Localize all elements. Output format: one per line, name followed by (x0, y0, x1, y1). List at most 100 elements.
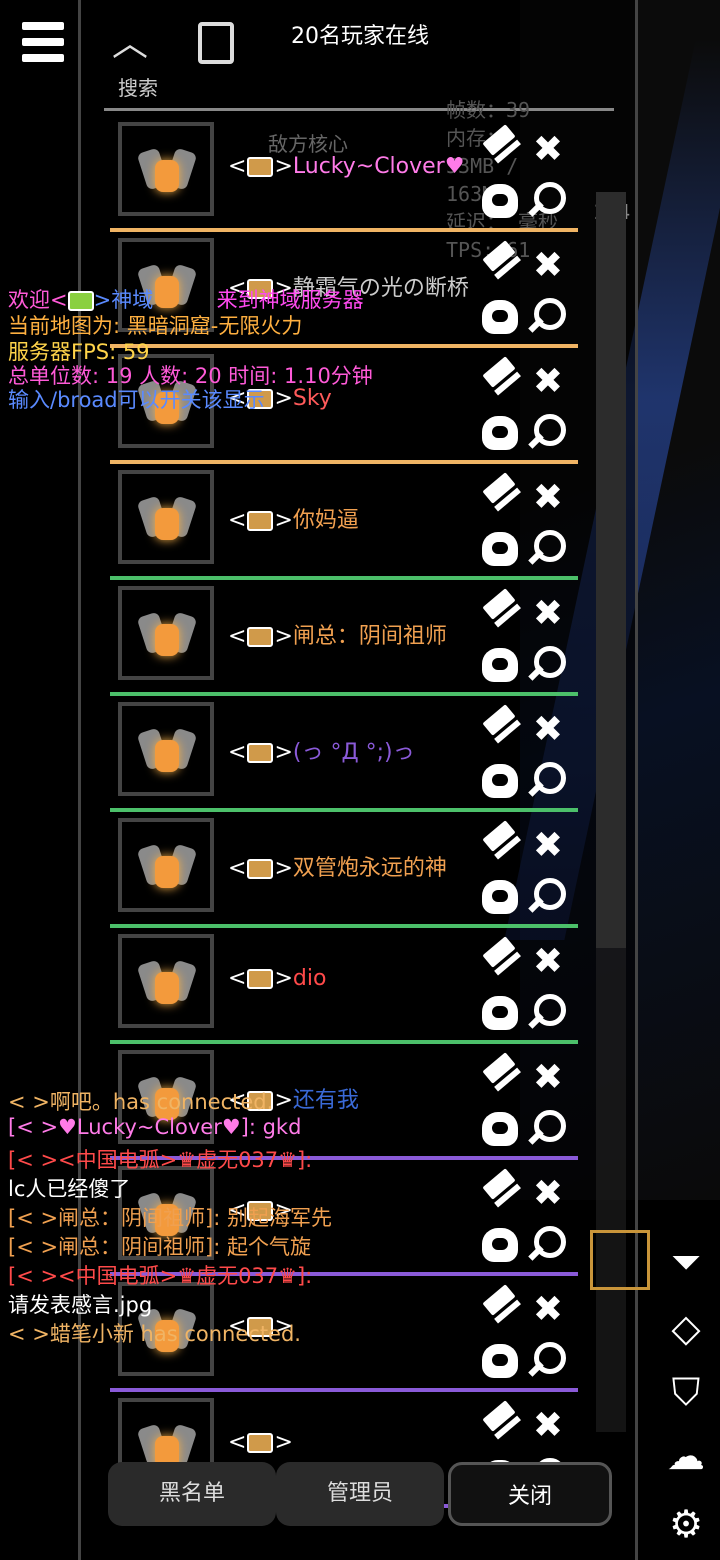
skull-icon[interactable] (478, 644, 522, 688)
ship-graphic (136, 720, 198, 782)
scrollbar-thumb[interactable] (596, 192, 626, 948)
rank-badge-icon (247, 859, 274, 879)
player-ship-icon (118, 470, 214, 564)
player-name: < >(っ °Д °;)っ (228, 740, 415, 765)
player-ship-icon (118, 586, 214, 680)
skull-icon[interactable] (478, 1108, 522, 1152)
chat-message: [< >♥Lucky~Clover♥]: gkd (8, 1115, 302, 1139)
settings-icon[interactable]: ⚙ (660, 1498, 712, 1550)
units-icon[interactable]: ☁ (660, 1430, 712, 1482)
player-ship-icon (118, 702, 214, 796)
player-row: < >Lucky~Clover 敌方核心 ♥ ✖ (110, 116, 578, 232)
chat-message: [< >闸总：阴间祖师]: 别起海军先 (8, 1206, 333, 1230)
skull-icon[interactable] (478, 412, 522, 456)
skull-icon[interactable] (478, 992, 522, 1036)
ban-hammer-icon[interactable] (478, 936, 522, 984)
skull-icon[interactable] (478, 876, 522, 920)
chevron-up-icon[interactable]: ︿ (110, 26, 150, 62)
blacklist-button[interactable]: 黑名单 (108, 1462, 276, 1526)
player-ship-icon (118, 934, 214, 1028)
player-name: < >Lucky~Clover 敌方核心 ♥ (228, 132, 464, 179)
search-icon[interactable] (526, 992, 570, 1036)
ban-hammer-icon[interactable] (478, 588, 522, 636)
rank-badge-icon (247, 627, 274, 647)
defense-icon[interactable]: ⛉ (660, 1366, 712, 1418)
ban-hammer-icon[interactable] (478, 820, 522, 868)
kick-icon[interactable]: ✖ (526, 592, 570, 636)
kick-icon[interactable]: ✖ (526, 128, 570, 172)
crafting-icon[interactable]: ◇ (660, 1302, 712, 1354)
menu-icon[interactable] (22, 22, 64, 64)
kick-icon[interactable]: ✖ (526, 1056, 570, 1100)
player-row: < >你妈逼 ✖ (110, 464, 578, 580)
rank-badge-icon (247, 969, 274, 989)
ban-hammer-icon[interactable] (478, 1168, 522, 1216)
player-row: < >双管炮永远的神 ✖ (110, 812, 578, 928)
search-icon[interactable] (526, 1224, 570, 1268)
kick-icon[interactable]: ✖ (526, 708, 570, 752)
rank-badge-icon (247, 157, 274, 177)
skull-icon[interactable] (478, 296, 522, 340)
player-ship-icon (118, 818, 214, 912)
chat-message: lc人已经傻了 (8, 1177, 131, 1201)
close-button[interactable]: 关闭 (448, 1462, 612, 1526)
admins-button[interactable]: 管理员 (276, 1462, 444, 1526)
player-prefix: 敌方核心 (268, 132, 348, 156)
kick-icon[interactable]: ✖ (526, 244, 570, 288)
ban-hammer-icon[interactable] (478, 1400, 522, 1448)
rank-badge-icon (247, 1433, 274, 1453)
chat-message: [< ><中国电弧>♛虚无037♛]: (8, 1264, 313, 1288)
player-name: < >闸总：阴间祖师 (228, 624, 447, 649)
search-input[interactable]: 搜索 (118, 72, 158, 101)
kick-icon[interactable]: ✖ (526, 940, 570, 984)
skull-icon[interactable] (478, 180, 522, 224)
search-icon[interactable] (526, 644, 570, 688)
selected-block-slot[interactable] (590, 1230, 650, 1290)
search-icon[interactable] (526, 876, 570, 920)
chat-message: < >啊吧。has connected. (8, 1090, 274, 1114)
ban-hammer-icon[interactable] (478, 1284, 522, 1332)
hint-line: 输入/broad可以开关该显示 (8, 388, 265, 412)
chat-message: < >蜡笔小新 has connected. (8, 1322, 301, 1346)
skull-icon[interactable] (478, 1340, 522, 1384)
ban-hammer-icon[interactable] (478, 124, 522, 172)
kick-icon[interactable]: ✖ (526, 1404, 570, 1448)
ban-hammer-icon[interactable] (478, 240, 522, 288)
chat-message: [< >闸总：阴间祖师]: 起个气旋 (8, 1235, 312, 1259)
search-icon[interactable] (526, 1340, 570, 1384)
ship-graphic (136, 952, 198, 1014)
ban-hammer-icon[interactable] (478, 704, 522, 752)
search-icon[interactable] (526, 528, 570, 572)
ship-graphic (136, 836, 198, 898)
ship-graphic (136, 140, 198, 202)
player-name: < >你妈逼 (228, 508, 359, 533)
kick-icon[interactable]: ✖ (526, 360, 570, 404)
rank-badge-icon (247, 743, 274, 763)
player-row: < >(っ °Д °;)っ ✖ (110, 696, 578, 812)
ship-graphic (136, 604, 198, 666)
clipboard-icon[interactable] (198, 22, 234, 64)
ban-hammer-icon[interactable] (478, 472, 522, 520)
distribution-icon[interactable]: ⏷ (660, 1236, 712, 1288)
ban-hammer-icon[interactable] (478, 1052, 522, 1100)
player-ship-icon (118, 122, 214, 216)
player-name: < >双管炮永远的神 (228, 856, 447, 881)
kick-icon[interactable]: ✖ (526, 1288, 570, 1332)
kick-icon[interactable]: ✖ (526, 824, 570, 868)
kick-icon[interactable]: ✖ (526, 1172, 570, 1216)
search-icon[interactable] (526, 296, 570, 340)
player-row: < >闸总：阴间祖师 ✖ (110, 580, 578, 696)
search-icon[interactable] (526, 760, 570, 804)
online-count-title: 20名玩家在线 (291, 24, 429, 49)
kick-icon[interactable]: ✖ (526, 476, 570, 520)
skull-icon[interactable] (478, 760, 522, 804)
skull-icon[interactable] (478, 528, 522, 572)
skull-icon[interactable] (478, 1224, 522, 1268)
ban-hammer-icon[interactable] (478, 356, 522, 404)
search-icon[interactable] (526, 412, 570, 456)
ship-graphic (136, 488, 198, 550)
search-icon[interactable] (526, 1108, 570, 1152)
chat-message: 请发表感言.jpg (8, 1293, 153, 1317)
chat-message: [< ><中国电弧>♛虚无037♛]: (8, 1148, 313, 1172)
search-icon[interactable] (526, 180, 570, 224)
